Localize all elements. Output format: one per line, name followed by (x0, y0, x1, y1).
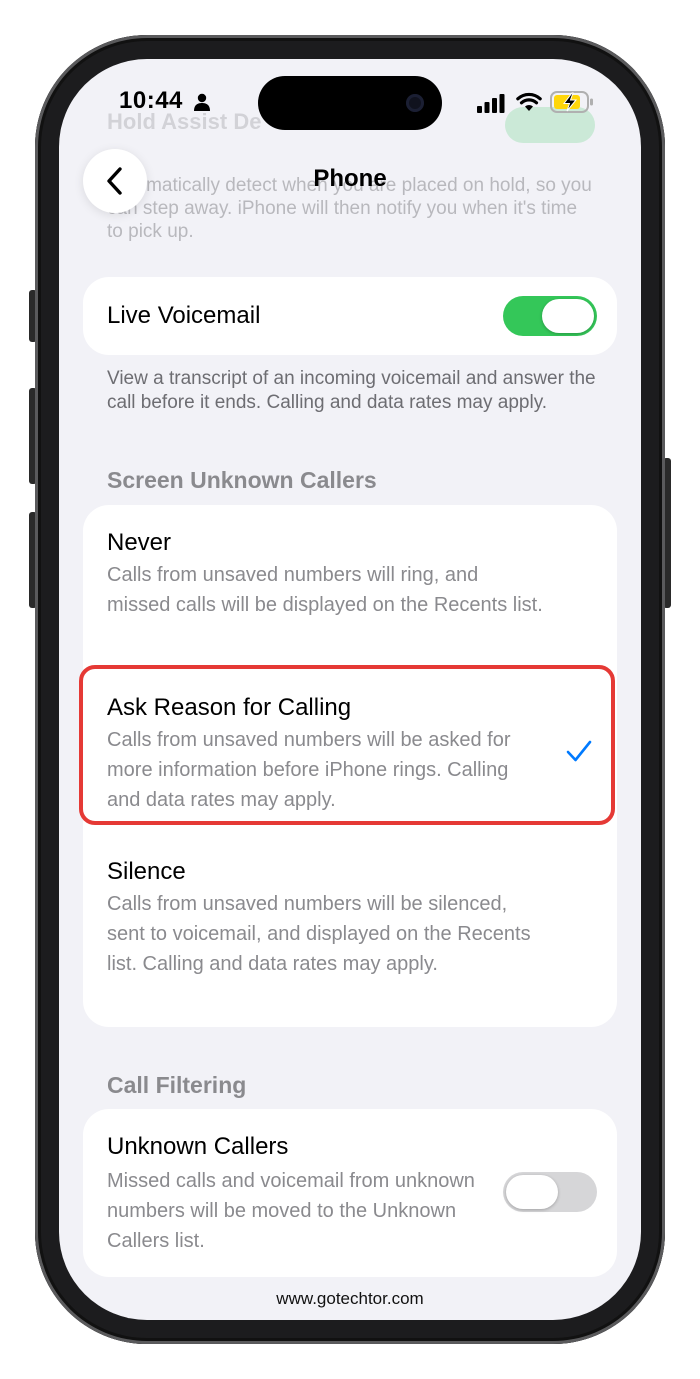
back-button[interactable] (83, 149, 147, 213)
watermark: www.gotechtor.com (276, 1289, 424, 1308)
screen-unknown-callers-header: Screen Unknown Callers (107, 467, 377, 493)
unknown-callers-title: Unknown Callers (107, 1133, 289, 1160)
option-title: Silence (107, 858, 186, 885)
status-time: 10:44 (119, 87, 183, 114)
option-description: Calls from unsaved numbers will ring, an… (107, 564, 543, 616)
phone-screen: Hold Assist De Automatically detect when… (59, 59, 641, 1320)
battery-charging-icon (550, 91, 593, 113)
person-icon (194, 93, 210, 111)
front-camera (406, 94, 424, 112)
highlight-box (79, 665, 615, 825)
unknown-callers-row: Unknown Callers Missed calls and voicema… (107, 1133, 487, 1256)
wifi-icon (516, 92, 542, 111)
toggle-knob (542, 299, 594, 333)
live-voicemail-toggle[interactable] (503, 296, 597, 336)
live-voicemail-label: Live Voicemail (107, 302, 261, 329)
unknown-callers-toggle[interactable] (503, 1172, 597, 1212)
live-voicemail-footnote: View a transcript of an incoming voicema… (107, 368, 596, 413)
call-filtering-card: Unknown Callers Missed calls and voicema… (83, 1109, 617, 1277)
toggle-knob (506, 1175, 558, 1209)
option-description: Calls from unsaved numbers will be silen… (107, 893, 531, 975)
option-never[interactable]: Never Calls from unsaved numbers will ri… (107, 529, 607, 620)
option-title: Never (107, 529, 172, 556)
dynamic-island (258, 76, 442, 130)
unknown-callers-description: Missed calls and voicemail from unknown … (107, 1170, 475, 1252)
option-silence[interactable]: Silence Calls from unsaved numbers will … (107, 858, 607, 979)
signal-icon (477, 94, 505, 113)
call-filtering-header: Call Filtering (107, 1072, 247, 1098)
live-voicemail-card: Live Voicemail (83, 277, 617, 355)
chevron-left-icon (107, 167, 122, 195)
